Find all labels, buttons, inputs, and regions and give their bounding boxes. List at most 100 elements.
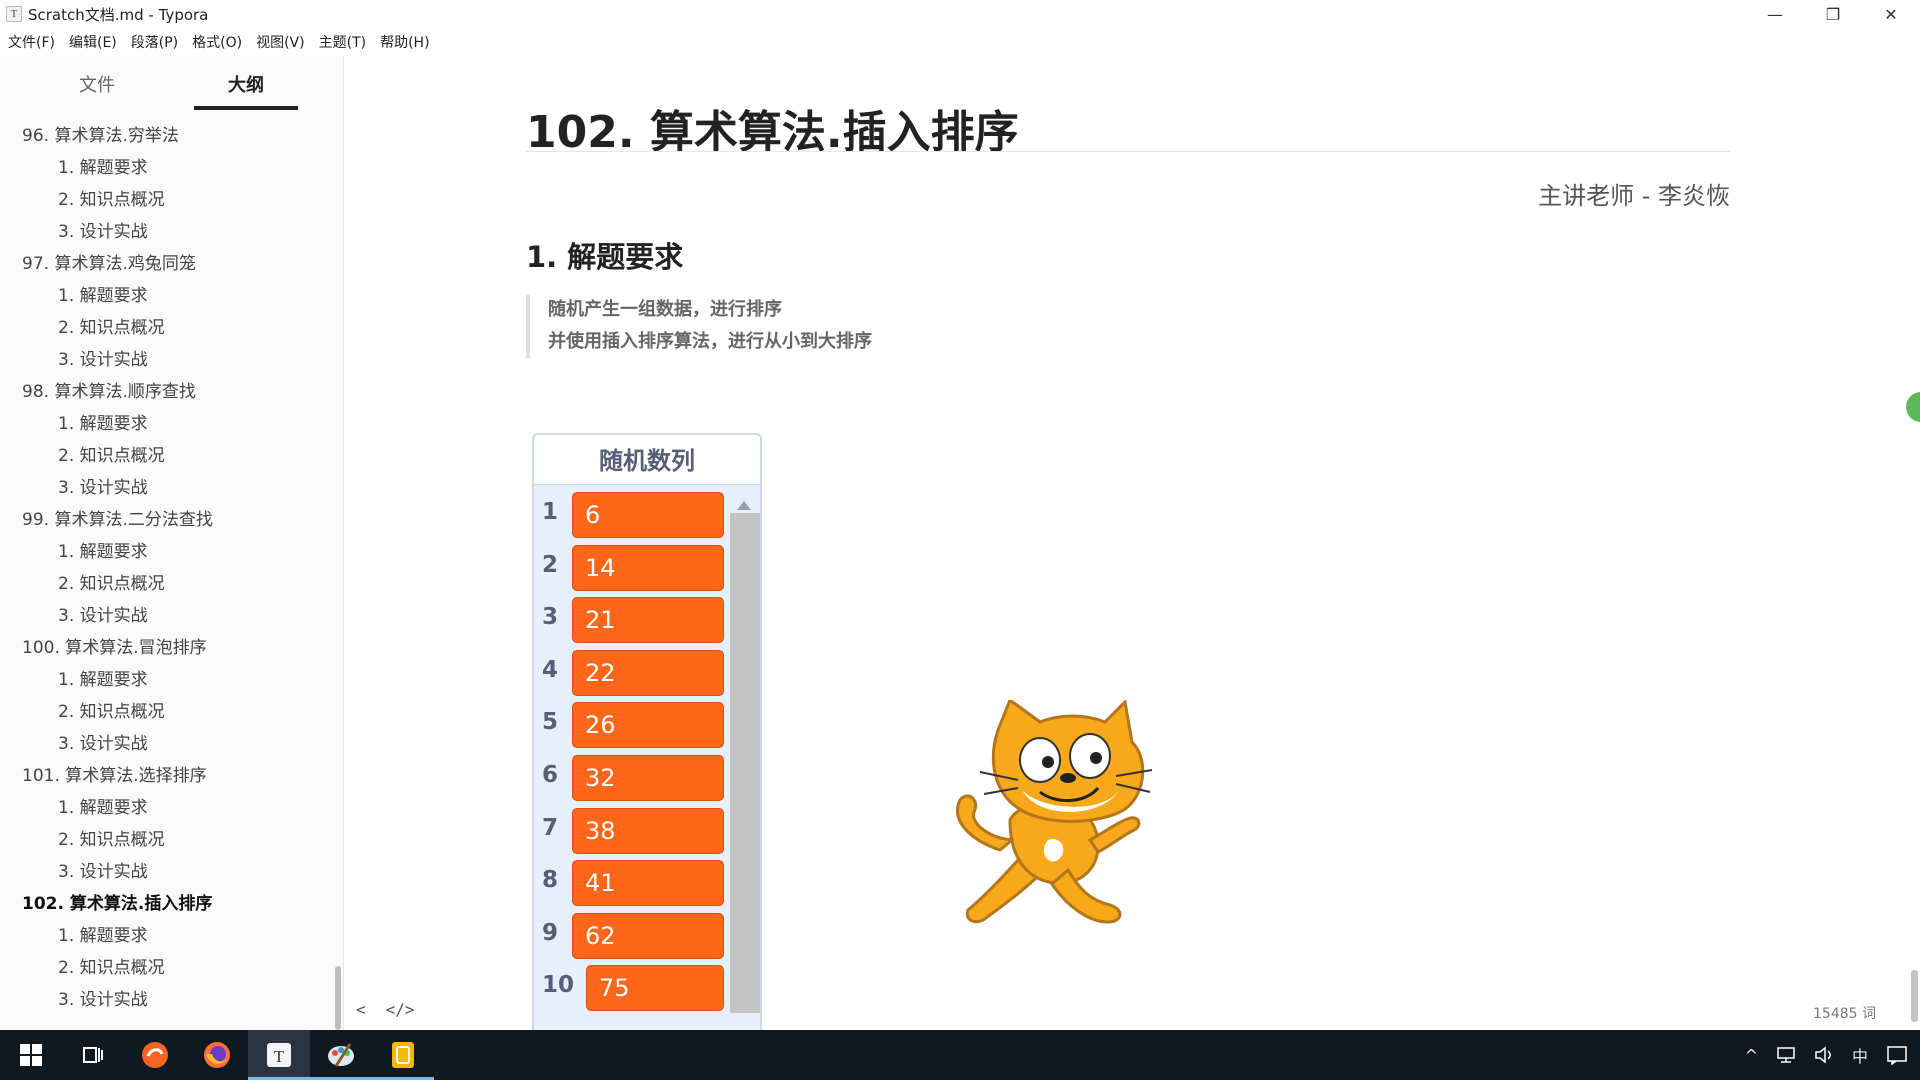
list-item-value[interactable]: 26 (572, 702, 724, 749)
scratch-list-monitor: 随机数列 1 6 2 14 3 21 4 22 5 26 6 32 7 38 8 41 9 62 10 75 (532, 433, 762, 1033)
outline-subheading[interactable]: 1. 解题要求 (0, 280, 330, 312)
blockquote-line: 随机产生一组数据，进行排序 (548, 299, 782, 320)
list-item-value[interactable]: 14 (572, 544, 724, 591)
outline-heading[interactable]: 101. 算术算法.选择排序 (0, 760, 330, 792)
blockquote-line: 并使用插入排序算法，进行从小到大排序 (548, 331, 872, 352)
menu-edit[interactable]: 编辑(E) (63, 32, 123, 52)
outline-subheading[interactable]: 2. 知识点概况 (0, 696, 330, 728)
scroll-up-arrow-icon[interactable] (737, 501, 751, 510)
outline-subheading[interactable]: 1. 解题要求 (0, 408, 330, 440)
menu-help[interactable]: 帮助(H) (374, 32, 435, 52)
network-icon[interactable] (1776, 1046, 1796, 1064)
outline-subheading[interactable]: 2. 知识点概况 (0, 312, 330, 344)
tab-outline[interactable]: 大纲 (194, 56, 298, 110)
outline-subheading[interactable]: 1. 解题要求 (0, 536, 330, 568)
menu-paragraph[interactable]: 段落(P) (125, 32, 184, 52)
svg-text:T: T (274, 1047, 285, 1066)
outline-heading[interactable]: 99. 算术算法.二分法查找 (0, 504, 330, 536)
list-item-value[interactable]: 32 (572, 754, 724, 801)
typora-app-icon: T (6, 6, 22, 22)
start-icon[interactable] (0, 1030, 62, 1080)
list-item-value[interactable]: 62 (572, 912, 724, 959)
outline-subheading[interactable]: 1. 解题要求 (0, 920, 330, 952)
outline-subheading[interactable]: 3. 设计实战 (0, 984, 330, 1016)
outline-subheading[interactable]: 3. 设计实战 (0, 856, 330, 888)
document-scrollbar[interactable] (1911, 970, 1918, 1022)
list-scroll-thumb[interactable] (730, 513, 760, 1013)
outline-heading[interactable]: 102. 算术算法.插入排序 (0, 888, 330, 920)
outline-heading[interactable]: 96. 算术算法.穷举法 (0, 120, 330, 152)
tab-files[interactable]: 文件 (45, 56, 149, 110)
word-count[interactable]: 15485 词 (1813, 1003, 1876, 1023)
source-mode-icon[interactable]: </> (386, 1000, 415, 1019)
outline-subheading[interactable]: 3. 设计实战 (0, 472, 330, 504)
maximize-button[interactable]: ❐ (1804, 0, 1862, 28)
outline-heading[interactable]: 100. 算术算法.冒泡排序 (0, 632, 330, 664)
list-scrollbar[interactable] (728, 495, 760, 1033)
outline-subheading[interactable]: 3. 设计实战 (0, 600, 330, 632)
list-item-index: 4 (542, 656, 559, 683)
list-item: 2 14 (534, 540, 724, 593)
list-item-value[interactable]: 6 (572, 492, 724, 538)
toggle-sidebar-icon[interactable]: < (356, 1000, 366, 1019)
status-bar-left: < </> (356, 1000, 415, 1019)
sidebar-tabs: 文件 大纲 (0, 56, 343, 112)
list-item: 7 38 (534, 803, 724, 856)
list-item-value[interactable]: 38 (572, 807, 724, 854)
menu-format[interactable]: 格式(O) (186, 32, 248, 52)
list-item-index: 9 (542, 919, 559, 946)
list-item-index: 3 (542, 604, 559, 631)
menu-view[interactable]: 视图(V) (250, 32, 311, 52)
task-view-icon[interactable] (62, 1030, 124, 1080)
sidebar-scrollbar[interactable] (335, 966, 341, 1030)
outline-subheading[interactable]: 2. 知识点概况 (0, 824, 330, 856)
side-handle-indicator[interactable] (1906, 392, 1920, 422)
menu-theme[interactable]: 主题(T) (313, 32, 372, 52)
chevron-up-icon[interactable]: ^ (1745, 1046, 1758, 1065)
list-item: 5 26 (534, 697, 724, 750)
app-orange-icon[interactable] (124, 1030, 186, 1080)
minimize-button[interactable]: — (1746, 0, 1804, 28)
outline-heading[interactable]: 97. 算术算法.鸡兔同笼 (0, 248, 330, 280)
outline-subheading[interactable]: 2. 知识点概况 (0, 952, 330, 984)
list-item-index: 5 (542, 709, 559, 736)
close-button[interactable]: ✕ (1862, 0, 1920, 28)
menu-file[interactable]: 文件(F) (2, 32, 61, 52)
requirement-blockquote: 随机产生一组数据，进行排序 并使用插入排序算法，进行从小到大排序 (526, 294, 1026, 358)
typora-icon[interactable]: T (248, 1030, 310, 1080)
list-item-value[interactable]: 41 (572, 860, 724, 907)
app-yellow-icon[interactable] (372, 1030, 434, 1080)
outline-subheading[interactable]: 2. 知识点概况 (0, 440, 330, 472)
outline-subheading[interactable]: 1. 解题要求 (0, 152, 330, 184)
outline-subheading[interactable]: 3. 设计实战 (0, 216, 330, 248)
outline-subheading[interactable]: 3. 设计实战 (0, 344, 330, 376)
list-item-index: 10 (542, 972, 575, 999)
paint-icon[interactable] (310, 1030, 372, 1080)
active-tab-indicator (194, 106, 298, 110)
window-controls: — ❐ ✕ (1746, 0, 1920, 28)
outline-subheading[interactable]: 3. 设计实战 (0, 728, 330, 760)
list-item-index: 1 (542, 499, 559, 525)
list-item-value[interactable]: 75 (586, 965, 724, 1012)
outline-subheading[interactable]: 2. 知识点概况 (0, 184, 330, 216)
list-rows: 1 6 2 14 3 21 4 22 5 26 6 32 7 38 8 41 9 62 10 75 (534, 487, 724, 1013)
list-item: 8 41 (534, 855, 724, 908)
list-item: 10 75 (534, 960, 724, 1013)
teacher-credit: 主讲老师 - 李炎恢 (1538, 182, 1730, 210)
notification-icon[interactable] (1886, 1045, 1908, 1065)
outline-subheading[interactable]: 1. 解题要求 (0, 792, 330, 824)
list-item-value[interactable]: 21 (572, 597, 724, 644)
firefox-icon[interactable] (186, 1030, 248, 1080)
outline-heading[interactable]: 98. 算术算法.顺序查找 (0, 376, 330, 408)
outline-subheading[interactable]: 1. 解题要求 (0, 664, 330, 696)
list-item-index: 6 (542, 761, 559, 788)
outline-subheading[interactable]: 2. 知识点概况 (0, 568, 330, 600)
list-item-index: 7 (542, 814, 559, 841)
list-item: 6 32 (534, 750, 724, 803)
list-item: 3 21 (534, 592, 724, 645)
volume-icon[interactable] (1814, 1046, 1834, 1064)
title-bar: T Scratch文档.md - Typora — ❐ ✕ (0, 0, 1920, 28)
ime-indicator[interactable]: 中 (1852, 1043, 1868, 1067)
list-item-value[interactable]: 22 (572, 649, 724, 696)
document-heading-2: 1. 解题要求 (526, 240, 684, 274)
